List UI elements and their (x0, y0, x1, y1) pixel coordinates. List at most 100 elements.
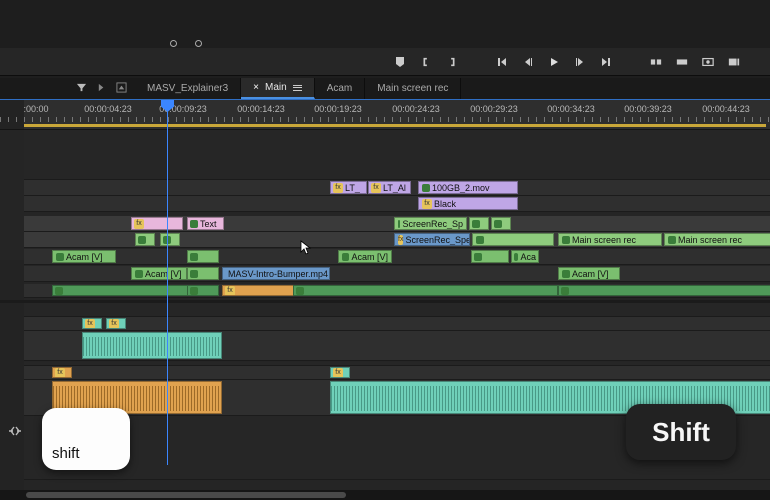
clip[interactable]: fx (131, 217, 183, 230)
chevron-right-icon[interactable] (97, 83, 106, 95)
clip[interactable] (471, 250, 509, 263)
tab-explainer[interactable]: MASV_Explainer3 (135, 78, 241, 99)
clip-marker-icon (56, 253, 64, 261)
clip-label: Aca (520, 252, 536, 262)
clip[interactable] (187, 285, 219, 296)
fx-badge-icon: fx (109, 319, 119, 329)
clip[interactable]: Acam [V] (558, 267, 620, 280)
track-v5[interactable]: fxLT_fxLT_Al 100GB_2.mov (24, 180, 770, 196)
track-v2[interactable]: Acam [V] Acam [V] Aca (24, 249, 770, 265)
tab-label: Main (265, 82, 287, 93)
clip[interactable]: fxLT_Al (368, 181, 411, 194)
bracket-in-icon[interactable] (420, 56, 432, 68)
step-forward-icon[interactable] (574, 56, 586, 68)
clip[interactable]: Aca (511, 250, 539, 263)
track-a3-header[interactable]: fx fx (24, 366, 770, 380)
track-v4[interactable]: fxBlack (24, 196, 770, 212)
timecode-label: 00:00:39:23 (624, 104, 672, 114)
clip-marker-icon (138, 236, 146, 244)
clip-marker-icon (514, 253, 518, 261)
fx-badge-icon: fx (422, 199, 432, 209)
clip[interactable] (135, 233, 155, 246)
play-icon[interactable] (548, 56, 560, 68)
bracket-out-icon[interactable] (446, 56, 458, 68)
clip-marker-icon (474, 253, 482, 261)
go-to-in-icon[interactable] (496, 56, 508, 68)
timecode-label: 00:00:19:23 (314, 104, 362, 114)
clip[interactable] (469, 217, 489, 230)
track-header-gutter (0, 260, 24, 500)
clip[interactable] (187, 267, 219, 280)
track-v3-upper[interactable]: fx Text ScreenRec_Sp (24, 216, 770, 232)
clip-label: Acam [V] (351, 252, 388, 262)
filter-icon[interactable] (76, 82, 87, 96)
timecode-label: :00:00 (23, 104, 48, 114)
clip[interactable] (82, 332, 222, 359)
new-item-icon[interactable] (116, 82, 127, 96)
clip-marker-icon (562, 270, 570, 278)
tab-menu-icon[interactable] (293, 85, 302, 91)
key-label: Shift (652, 417, 710, 448)
clip[interactable]: Acam [V] (131, 267, 187, 280)
tab-label: Main screen rec (377, 83, 448, 94)
clip-marker-icon (398, 220, 400, 228)
clip[interactable]: fx (330, 367, 350, 378)
tab-main[interactable]: × Main (241, 78, 315, 99)
snap-icon[interactable] (8, 425, 22, 440)
clip[interactable]: fx (106, 318, 126, 329)
playhead[interactable] (167, 100, 168, 465)
clip[interactable]: Acam [V] (338, 250, 392, 263)
step-back-icon[interactable] (522, 56, 534, 68)
clip[interactable]: Text (187, 217, 224, 230)
clip-marker-icon (135, 270, 143, 278)
track-v1[interactable]: Acam [V] MASV-Intro-Bumper.mp4 Acam [V] (24, 266, 770, 282)
fx-badge-icon: fx (333, 183, 343, 193)
clip[interactable]: MASV-Intro-Bumper.mp4 (222, 267, 330, 280)
clip[interactable]: fxBlack (418, 197, 518, 210)
cursor-icon (300, 240, 312, 256)
clip[interactable]: fx (82, 318, 102, 329)
clip[interactable] (472, 233, 554, 246)
track-a2-header[interactable]: fxfx (24, 317, 770, 331)
tab-screenrec[interactable]: Main screen rec (365, 78, 461, 99)
clip-label: Black (434, 199, 456, 209)
clip[interactable] (491, 217, 511, 230)
track-a1[interactable]: fx (24, 284, 770, 298)
go-to-out-icon[interactable] (600, 56, 612, 68)
clip[interactable] (293, 285, 558, 296)
clip-label: ScreenRec_Sp (402, 219, 463, 229)
scrollbar-thumb[interactable] (26, 492, 346, 498)
clip[interactable]: Acam [V] (52, 250, 116, 263)
tab-label: MASV_Explainer3 (147, 83, 228, 94)
track-v3-lower[interactable]: fxScreenRec_Spe Main screen recMain scree… (24, 232, 770, 248)
clip[interactable] (160, 233, 180, 246)
timecode-label: 00:00:29:23 (470, 104, 518, 114)
insert-icon[interactable] (650, 56, 662, 68)
work-area-bar[interactable] (24, 124, 766, 127)
settings-icon[interactable] (728, 56, 740, 68)
clip[interactable] (187, 250, 219, 263)
track-a2-wave[interactable] (24, 331, 770, 361)
overwrite-icon[interactable] (676, 56, 688, 68)
clip-marker-icon (476, 236, 484, 244)
clip[interactable]: fx (222, 285, 294, 296)
track-gap[interactable] (24, 303, 770, 317)
clip[interactable] (558, 285, 770, 296)
marker-dot (195, 40, 202, 47)
horizontal-scrollbar[interactable] (0, 490, 770, 500)
clip[interactable]: Main screen rec (558, 233, 662, 246)
clip[interactable]: 100GB_2.mov (418, 181, 518, 194)
clip[interactable]: fxLT_ (330, 181, 367, 194)
clip[interactable]: fx (52, 367, 72, 378)
time-ruler[interactable]: :00:0000:00:04:2300:00:09:2300:00:14:230… (0, 100, 770, 130)
marker-icon[interactable] (394, 56, 406, 68)
clip-label: Text (200, 219, 217, 229)
export-frame-icon[interactable] (702, 56, 714, 68)
track-empty[interactable] (24, 130, 770, 180)
tab-acam[interactable]: Acam (315, 78, 366, 99)
key-label: shift (52, 445, 80, 462)
clip[interactable]: ScreenRec_Sp (394, 217, 467, 230)
waveform (83, 337, 221, 356)
clip[interactable]: fxScreenRec_Spe (394, 233, 470, 246)
clip[interactable]: Main screen rec (664, 233, 770, 246)
